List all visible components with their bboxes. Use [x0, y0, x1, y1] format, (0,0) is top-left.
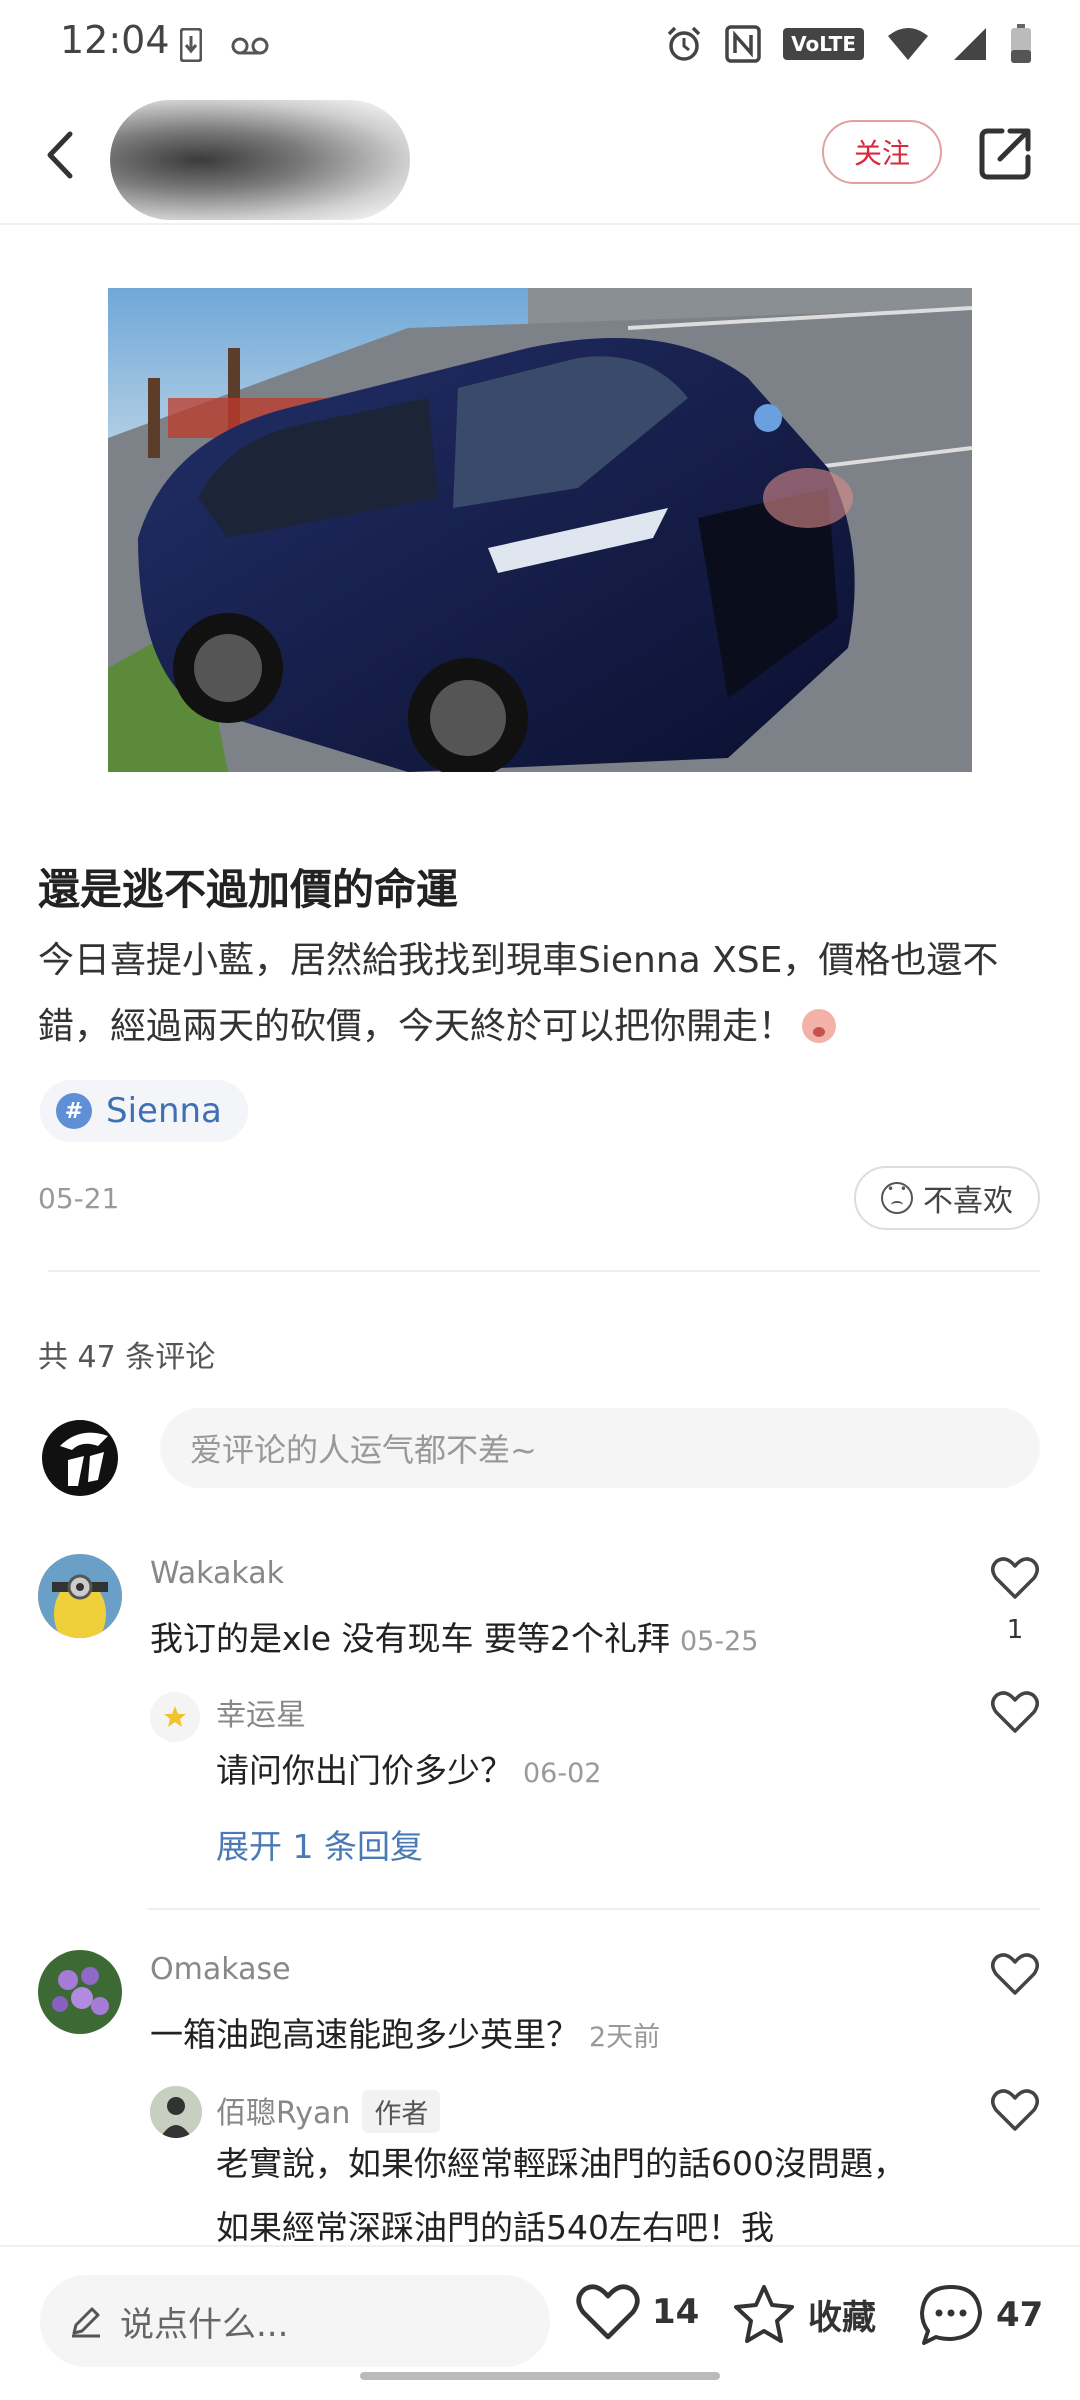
reply-text[interactable]: 老實說，如果你經常輕踩油門的話600沒問題，如果經常深踩油門的話540左右吧！我: [216, 2132, 936, 2260]
reply-date: 06-02: [523, 1758, 602, 1789]
share-icon: [979, 128, 1031, 180]
nfc-icon: [725, 25, 761, 63]
comments-count: 共 47 条评论: [38, 1340, 216, 1375]
comment-date: 05-25: [679, 1626, 759, 1657]
reply-author[interactable]: 佰聰Ryan 作者: [216, 2088, 441, 2133]
user-avatar-logo: [42, 1420, 118, 1496]
comment-avatar[interactable]: [38, 1950, 122, 2034]
post-body: 今日喜提小藍，居然給我找到現車Sienna XSE，價格也還不錯，經過兩天的砍價…: [38, 928, 1048, 1060]
comment-author[interactable]: Omakase: [150, 1952, 291, 1987]
reply-author-name: 佰聰Ryan: [216, 2096, 351, 2131]
comment-button[interactable]: 47: [918, 2283, 1043, 2347]
back-arrow-icon: [47, 131, 73, 179]
alarm-icon: [667, 26, 701, 61]
download-icon: [180, 28, 202, 62]
comment-text[interactable]: 一箱油跑高速能跑多少英里？ 2天前: [150, 2008, 660, 2056]
star-icon: [734, 2285, 794, 2343]
reply-avatar[interactable]: [150, 1692, 200, 1742]
reply-text[interactable]: 请问你出门价多少？ 06-02: [216, 1744, 601, 1792]
like-button[interactable]: 14: [576, 2283, 699, 2341]
wifi-icon: [888, 28, 928, 60]
collect-label: 收藏: [808, 2297, 876, 2338]
topic-tag-label: Sienna: [106, 1091, 222, 1131]
comment-text-content: 我订的是xle 没有现车 要等2个礼拜: [150, 1619, 670, 1658]
divider: [48, 1270, 1040, 1272]
reply-avatar[interactable]: [150, 2086, 202, 2138]
author-badge: 作者: [362, 2090, 441, 2133]
sad-face-icon: [881, 1182, 913, 1214]
comment-bubble-icon: [920, 2285, 982, 2345]
comment-input[interactable]: 爱评论的人运气都不差~: [160, 1408, 1040, 1488]
post-body-text: 今日喜提小藍，居然給我找到現車Sienna XSE，價格也還不錯，經過兩天的砍價…: [38, 940, 999, 1047]
status-bar: 12:04 VoLTE: [0, 0, 1080, 90]
dislike-label: 不喜欢: [923, 1184, 1013, 1219]
topic-tag[interactable]: # Sienna: [40, 1080, 248, 1142]
heart-icon[interactable]: [991, 2088, 1039, 2132]
heart-icon: [576, 2284, 640, 2340]
divider: [148, 1908, 1040, 1910]
minion-avatar: [38, 1554, 122, 1638]
heart-icon[interactable]: [991, 1556, 1039, 1600]
heart-icon[interactable]: [991, 1952, 1039, 1996]
expand-replies-link[interactable]: 展开 1 条回复: [216, 1820, 423, 1868]
heart-icon[interactable]: [991, 1690, 1039, 1734]
comment-text[interactable]: 我订的是xle 没有现车 要等2个礼拜 05-25: [150, 1612, 758, 1660]
signal-icon: [954, 28, 986, 60]
car-photo: [108, 288, 972, 772]
star-icon: [164, 1706, 186, 1727]
battery-icon: [1011, 24, 1031, 63]
post-date: 05-21: [38, 1182, 120, 1215]
post-header: 关注: [0, 90, 1080, 225]
status-time: 12:04: [60, 18, 170, 62]
like-count: 14: [652, 2292, 700, 2332]
say-something-input[interactable]: 说点什么...: [40, 2275, 550, 2367]
post-title: 還是逃不過加價的命運: [38, 865, 459, 914]
author-avatar[interactable]: [110, 100, 410, 220]
comment-avatar[interactable]: [38, 1554, 122, 1638]
post-image[interactable]: [108, 288, 972, 772]
share-button[interactable]: [978, 125, 1034, 181]
back-button[interactable]: [32, 120, 92, 190]
say-something-placeholder: 说点什么...: [120, 2304, 289, 2345]
surprised-emoji-icon: [802, 1009, 837, 1043]
hashtag-icon: #: [56, 1093, 92, 1129]
comment-count: 47: [996, 2295, 1044, 2335]
author-small-avatar: [150, 2086, 202, 2138]
voicemail-icon: [231, 37, 269, 55]
pencil-icon: [72, 2307, 100, 2338]
flower-avatar: [38, 1950, 122, 2034]
reply-text-content: 请问你出门价多少？: [216, 1751, 513, 1790]
comment-text-content: 一箱油跑高速能跑多少英里？: [150, 2015, 579, 2054]
my-avatar: [38, 1416, 122, 1500]
reply-author[interactable]: 幸运星: [216, 1690, 306, 1734]
comment-date: 2天前: [589, 2022, 661, 2053]
comment-author[interactable]: Wakakak: [150, 1556, 284, 1591]
like-count: 1: [1006, 1615, 1024, 1645]
dislike-button[interactable]: 不喜欢: [854, 1166, 1040, 1230]
collect-button[interactable]: 收藏: [732, 2283, 876, 2345]
volte-icon: VoLTE: [783, 28, 864, 60]
home-indicator[interactable]: [360, 2372, 720, 2380]
follow-button[interactable]: 关注: [822, 120, 942, 184]
